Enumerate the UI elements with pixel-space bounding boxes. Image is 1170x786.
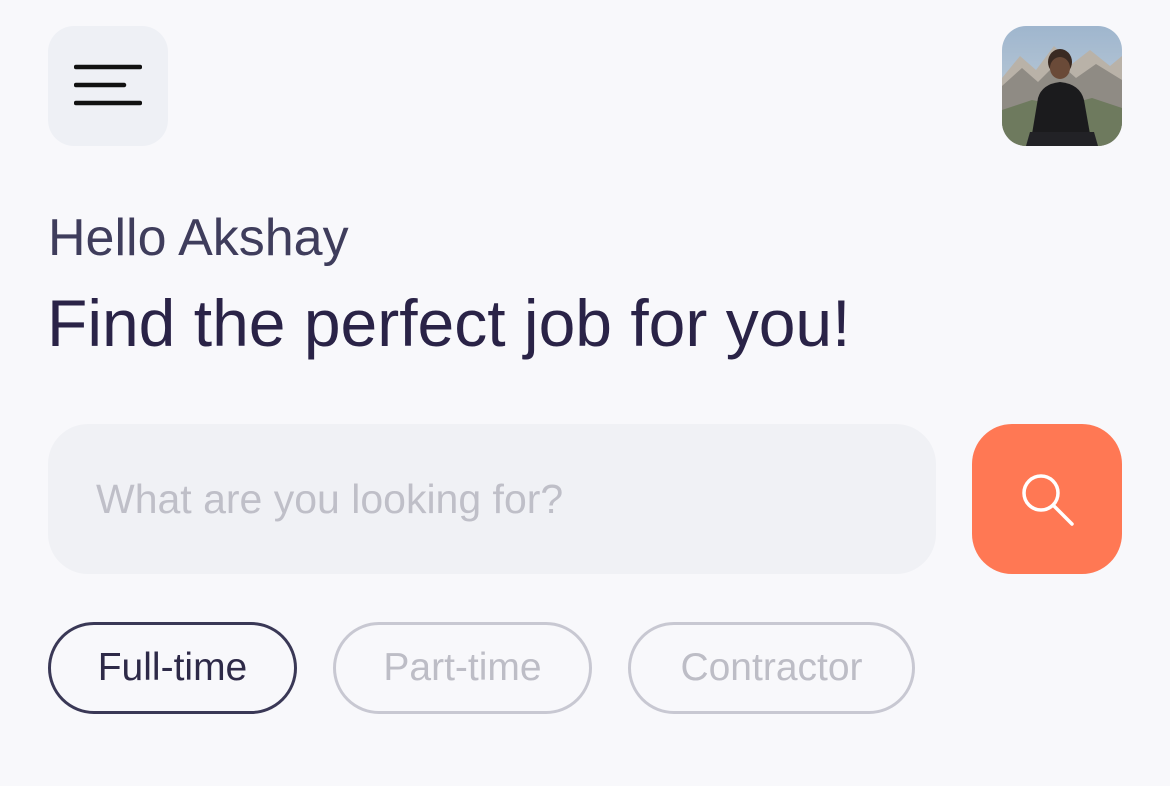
menu-lines-icon [73,64,143,108]
filter-chip-label: Part-time [383,646,542,689]
search-box [48,424,936,574]
avatar[interactable] [1002,26,1122,146]
filter-chip-part-time[interactable]: Part-time [333,622,592,714]
greeting-text: Hello Akshay [48,209,349,267]
search-icon [1017,469,1077,529]
filter-chip-label: Contractor [680,646,863,689]
search-button[interactable] [972,424,1122,574]
filter-chip-full-time[interactable]: Full-time [48,622,297,714]
filter-chip-contractor[interactable]: Contractor [628,622,915,714]
user-avatar-photo [1002,26,1122,146]
menu-button[interactable] [48,26,168,146]
filter-chip-label: Full-time [97,646,248,689]
page-title: Find the perfect job for you! [47,286,851,360]
search-input[interactable] [96,424,896,574]
